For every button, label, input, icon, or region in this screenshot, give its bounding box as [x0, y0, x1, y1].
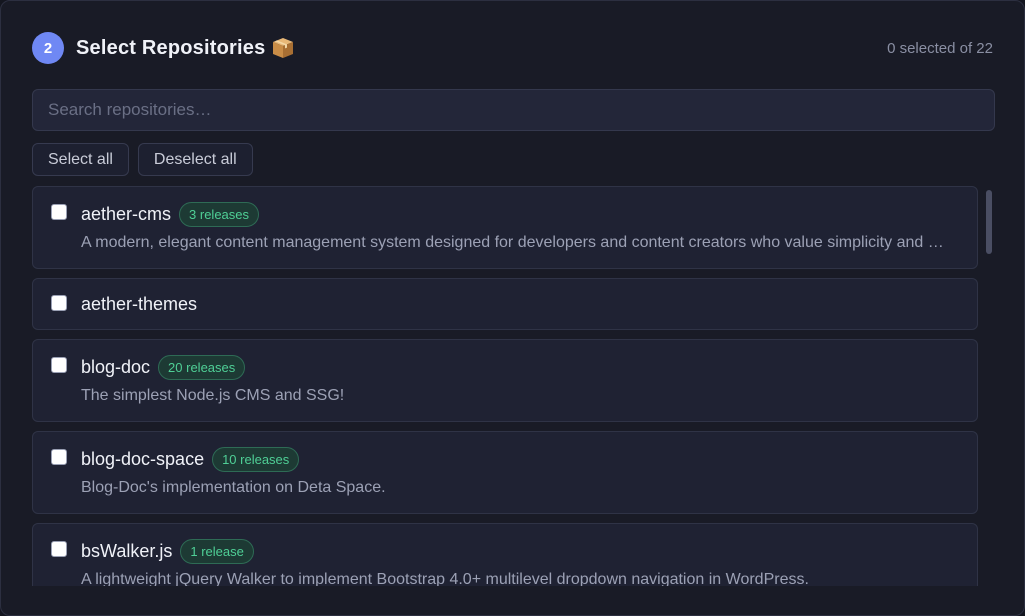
- step-header: 2 Select Repositories 0 selected of 22: [32, 32, 993, 64]
- repo-checkbox[interactable]: [51, 357, 67, 373]
- repo-item[interactable]: blog-doc-space 10 releases Blog-Doc's im…: [32, 431, 978, 514]
- repo-checkbox[interactable]: [51, 204, 67, 220]
- bulk-actions: Select all Deselect all: [32, 143, 253, 176]
- repo-checkbox[interactable]: [51, 295, 67, 311]
- releases-badge: 3 releases: [179, 201, 260, 227]
- repo-checkbox[interactable]: [51, 449, 67, 465]
- select-repositories-panel: 2 Select Repositories 0 selected of 22 S…: [0, 0, 1025, 616]
- repo-description: The simplest Node.js CMS and SSG!: [81, 387, 345, 404]
- step-number-badge: 2: [32, 32, 64, 64]
- repo-description: A lightweight jQuery Walker to implement…: [81, 571, 809, 586]
- repo-description: A modern, elegant content management sys…: [81, 234, 951, 251]
- repo-name: bsWalker.js: [81, 540, 173, 561]
- repo-name: blog-doc-space: [81, 448, 205, 469]
- search-input[interactable]: [32, 89, 995, 131]
- package-icon: [271, 37, 295, 59]
- list-scrollbar[interactable]: [986, 190, 992, 254]
- repo-name: blog-doc: [81, 356, 151, 377]
- step-title: Select Repositories: [76, 36, 266, 59]
- repo-description: Blog-Doc's implementation on Deta Space.: [81, 479, 386, 496]
- repository-list: aether-cms 3 releases A modern, elegant …: [32, 186, 994, 586]
- deselect-all-button[interactable]: Deselect all: [137, 143, 253, 176]
- repo-item[interactable]: blog-doc 20 releases The simplest Node.j…: [32, 339, 978, 422]
- releases-badge: 1 release: [180, 538, 254, 564]
- select-all-button[interactable]: Select all: [32, 143, 129, 176]
- repo-item[interactable]: aether-themes: [32, 278, 978, 330]
- releases-badge: 20 releases: [158, 354, 246, 380]
- repo-name: aether-cms: [81, 203, 172, 224]
- repo-name: aether-themes: [81, 293, 198, 314]
- releases-badge: 10 releases: [212, 446, 300, 472]
- repo-checkbox[interactable]: [51, 541, 67, 557]
- selection-count: 0 selected of 22: [887, 39, 993, 57]
- repo-item[interactable]: bsWalker.js 1 release A lightweight jQue…: [32, 523, 978, 586]
- repo-item[interactable]: aether-cms 3 releases A modern, elegant …: [32, 186, 978, 269]
